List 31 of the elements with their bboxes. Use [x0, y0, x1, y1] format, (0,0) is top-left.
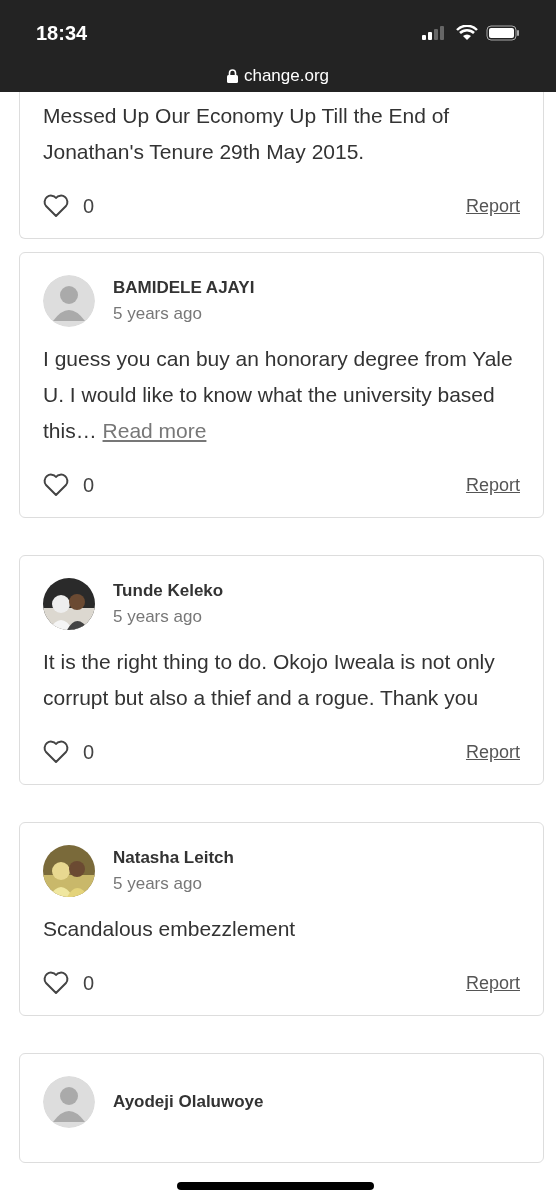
report-link[interactable]: Report [465, 741, 520, 763]
like-count: 0 [83, 971, 95, 995]
comment-text: I guess you can buy an honorary degree from Yale U. I would like to know what the university based this… Read more [43, 346, 514, 444]
comment-text: Messed Up Our Economy Up Till the End of Jonathan's Tenure 29th May 2015. [43, 103, 451, 165]
read-more-link[interactable]: Read more [102, 419, 207, 442]
lock-icon [226, 69, 238, 83]
report-link[interactable]: Report [465, 195, 520, 217]
heart-icon[interactable] [43, 971, 69, 995]
url-text[interactable]: change.org [243, 66, 330, 86]
report-link[interactable]: Report [465, 474, 520, 496]
comment-time: 5 years ago [113, 607, 203, 627]
heart-icon[interactable] [43, 740, 69, 764]
comment-time: 5 years ago [113, 874, 203, 894]
heart-icon[interactable] [43, 194, 69, 218]
like-count: 0 [83, 473, 95, 497]
default-avatar-icon [43, 1076, 95, 1128]
like-count: 0 [83, 740, 95, 764]
wifi-icon [456, 25, 478, 41]
author-name: BAMIDELE AJAYI [113, 278, 255, 298]
like-count: 0 [83, 194, 95, 218]
comment-time: 5 years ago [113, 304, 203, 324]
report-link[interactable]: Report [465, 972, 520, 994]
default-avatar-icon [43, 275, 95, 327]
author-name: Ayodeji Olaluwoye [113, 1092, 264, 1112]
heart-icon[interactable] [43, 473, 69, 497]
status-time: 18:34 [36, 21, 88, 45]
comment-text: It is the right thing to do. Okojo Iweala is not only corrupt but also a thief and a rogue. Thank you [43, 649, 496, 711]
battery-icon [486, 25, 520, 41]
author-name: Natasha Leitch [113, 848, 234, 868]
author-name: Tunde Keleko [113, 581, 224, 601]
comment-text: Scandalous embezzlement [43, 916, 297, 942]
